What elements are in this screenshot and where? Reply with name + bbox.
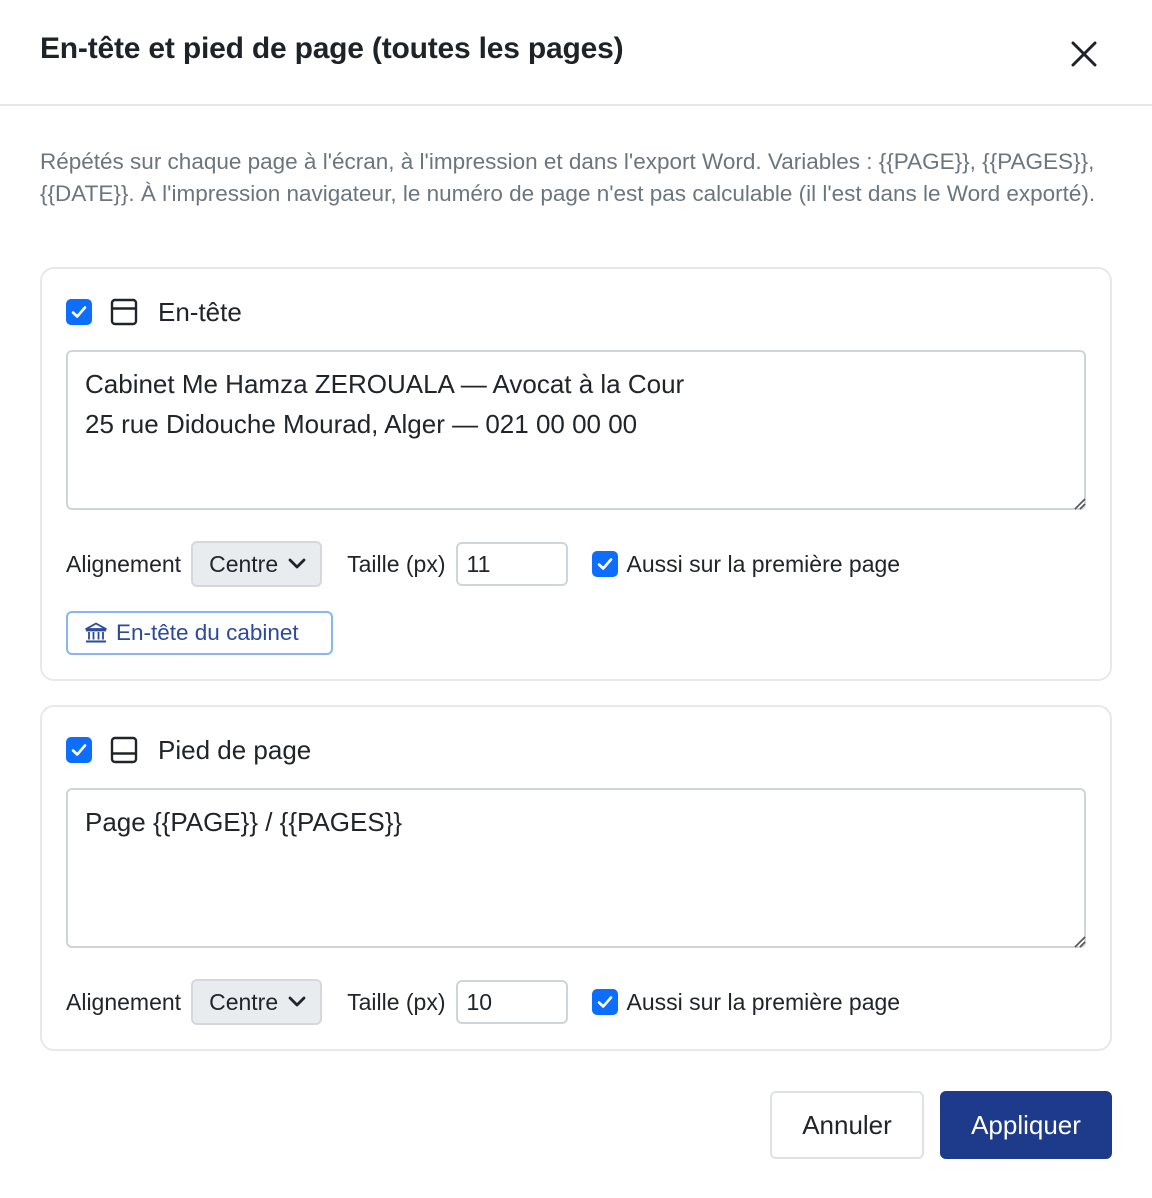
footer-size-input[interactable]: 10: [455, 980, 568, 1024]
cabinet-header-button-label: En-tête du cabinet: [116, 620, 299, 645]
resize-handle-icon[interactable]: [1070, 494, 1086, 510]
resize-handle-icon[interactable]: [1070, 932, 1086, 948]
dialog-description: Répétés sur chaque page à l'écran, à l'i…: [40, 149, 1096, 206]
footer-size-label: Taille (px): [347, 988, 446, 1015]
check-icon: [71, 306, 87, 318]
cabinet-header-button[interactable]: En-tête du cabinet: [66, 611, 333, 655]
header-alignment-label: Alignement: [66, 550, 182, 577]
header-alignment-select[interactable]: Centre: [191, 541, 323, 587]
header-section-title-row: En-tête: [66, 297, 242, 327]
dialog-title: En-tête et pied de page (toutes les page…: [40, 32, 624, 65]
header-first-page-label: Aussi sur la première page: [626, 550, 901, 577]
close-icon: [1071, 41, 1097, 67]
layout-header-icon: [110, 298, 138, 326]
footer-section-label: Pied de page: [158, 734, 312, 765]
header-section-label: En-tête: [158, 296, 242, 327]
header-enabled-checkbox[interactable]: [66, 299, 92, 325]
footer-alignment-value: Centre: [209, 988, 279, 1015]
footer-section-title-row: Pied de page: [66, 735, 311, 765]
header-footer-dialog: En-tête et pied de page (toutes les page…: [0, 0, 1152, 1198]
footer-section-card: Pied de page Page {{PAGE}} / {{PAGES}} A…: [40, 705, 1112, 1051]
footer-text-field[interactable]: Page {{PAGE}} / {{PAGES}}: [66, 788, 1086, 948]
header-size-input[interactable]: 11: [455, 542, 568, 586]
close-button[interactable]: [1062, 32, 1106, 76]
footer-alignment-label: Alignement: [66, 988, 182, 1015]
header-alignment-value: Centre: [209, 550, 279, 577]
header-section-card: En-tête Cabinet Me Hamza ZEROUALA — Avoc…: [40, 267, 1112, 681]
header-size-label: Taille (px): [347, 550, 446, 577]
bank-icon: [84, 621, 108, 645]
footer-first-page-checkbox[interactable]: [591, 989, 618, 1015]
footer-enabled-checkbox[interactable]: [66, 737, 92, 763]
apply-button[interactable]: Appliquer: [940, 1091, 1112, 1159]
check-icon: [597, 996, 612, 1008]
chevron-down-icon: [288, 558, 306, 569]
header-first-page-checkbox[interactable]: [591, 551, 618, 577]
header-options-row: Alignement Centre Taille (px) 11 Aussi s…: [66, 541, 900, 587]
cancel-button[interactable]: Annuler: [770, 1091, 924, 1159]
footer-alignment-select[interactable]: Centre: [191, 979, 323, 1025]
layout-footer-icon: [110, 736, 138, 764]
check-icon: [597, 558, 612, 570]
chevron-down-icon: [288, 996, 306, 1007]
footer-first-page-label: Aussi sur la première page: [626, 988, 901, 1015]
check-icon: [71, 744, 87, 756]
header-text-field[interactable]: Cabinet Me Hamza ZEROUALA — Avocat à la …: [66, 350, 1086, 510]
dialog-header: En-tête et pied de page (toutes les page…: [0, 0, 1152, 106]
footer-options-row: Alignement Centre Taille (px) 10 Aussi s…: [66, 979, 900, 1025]
